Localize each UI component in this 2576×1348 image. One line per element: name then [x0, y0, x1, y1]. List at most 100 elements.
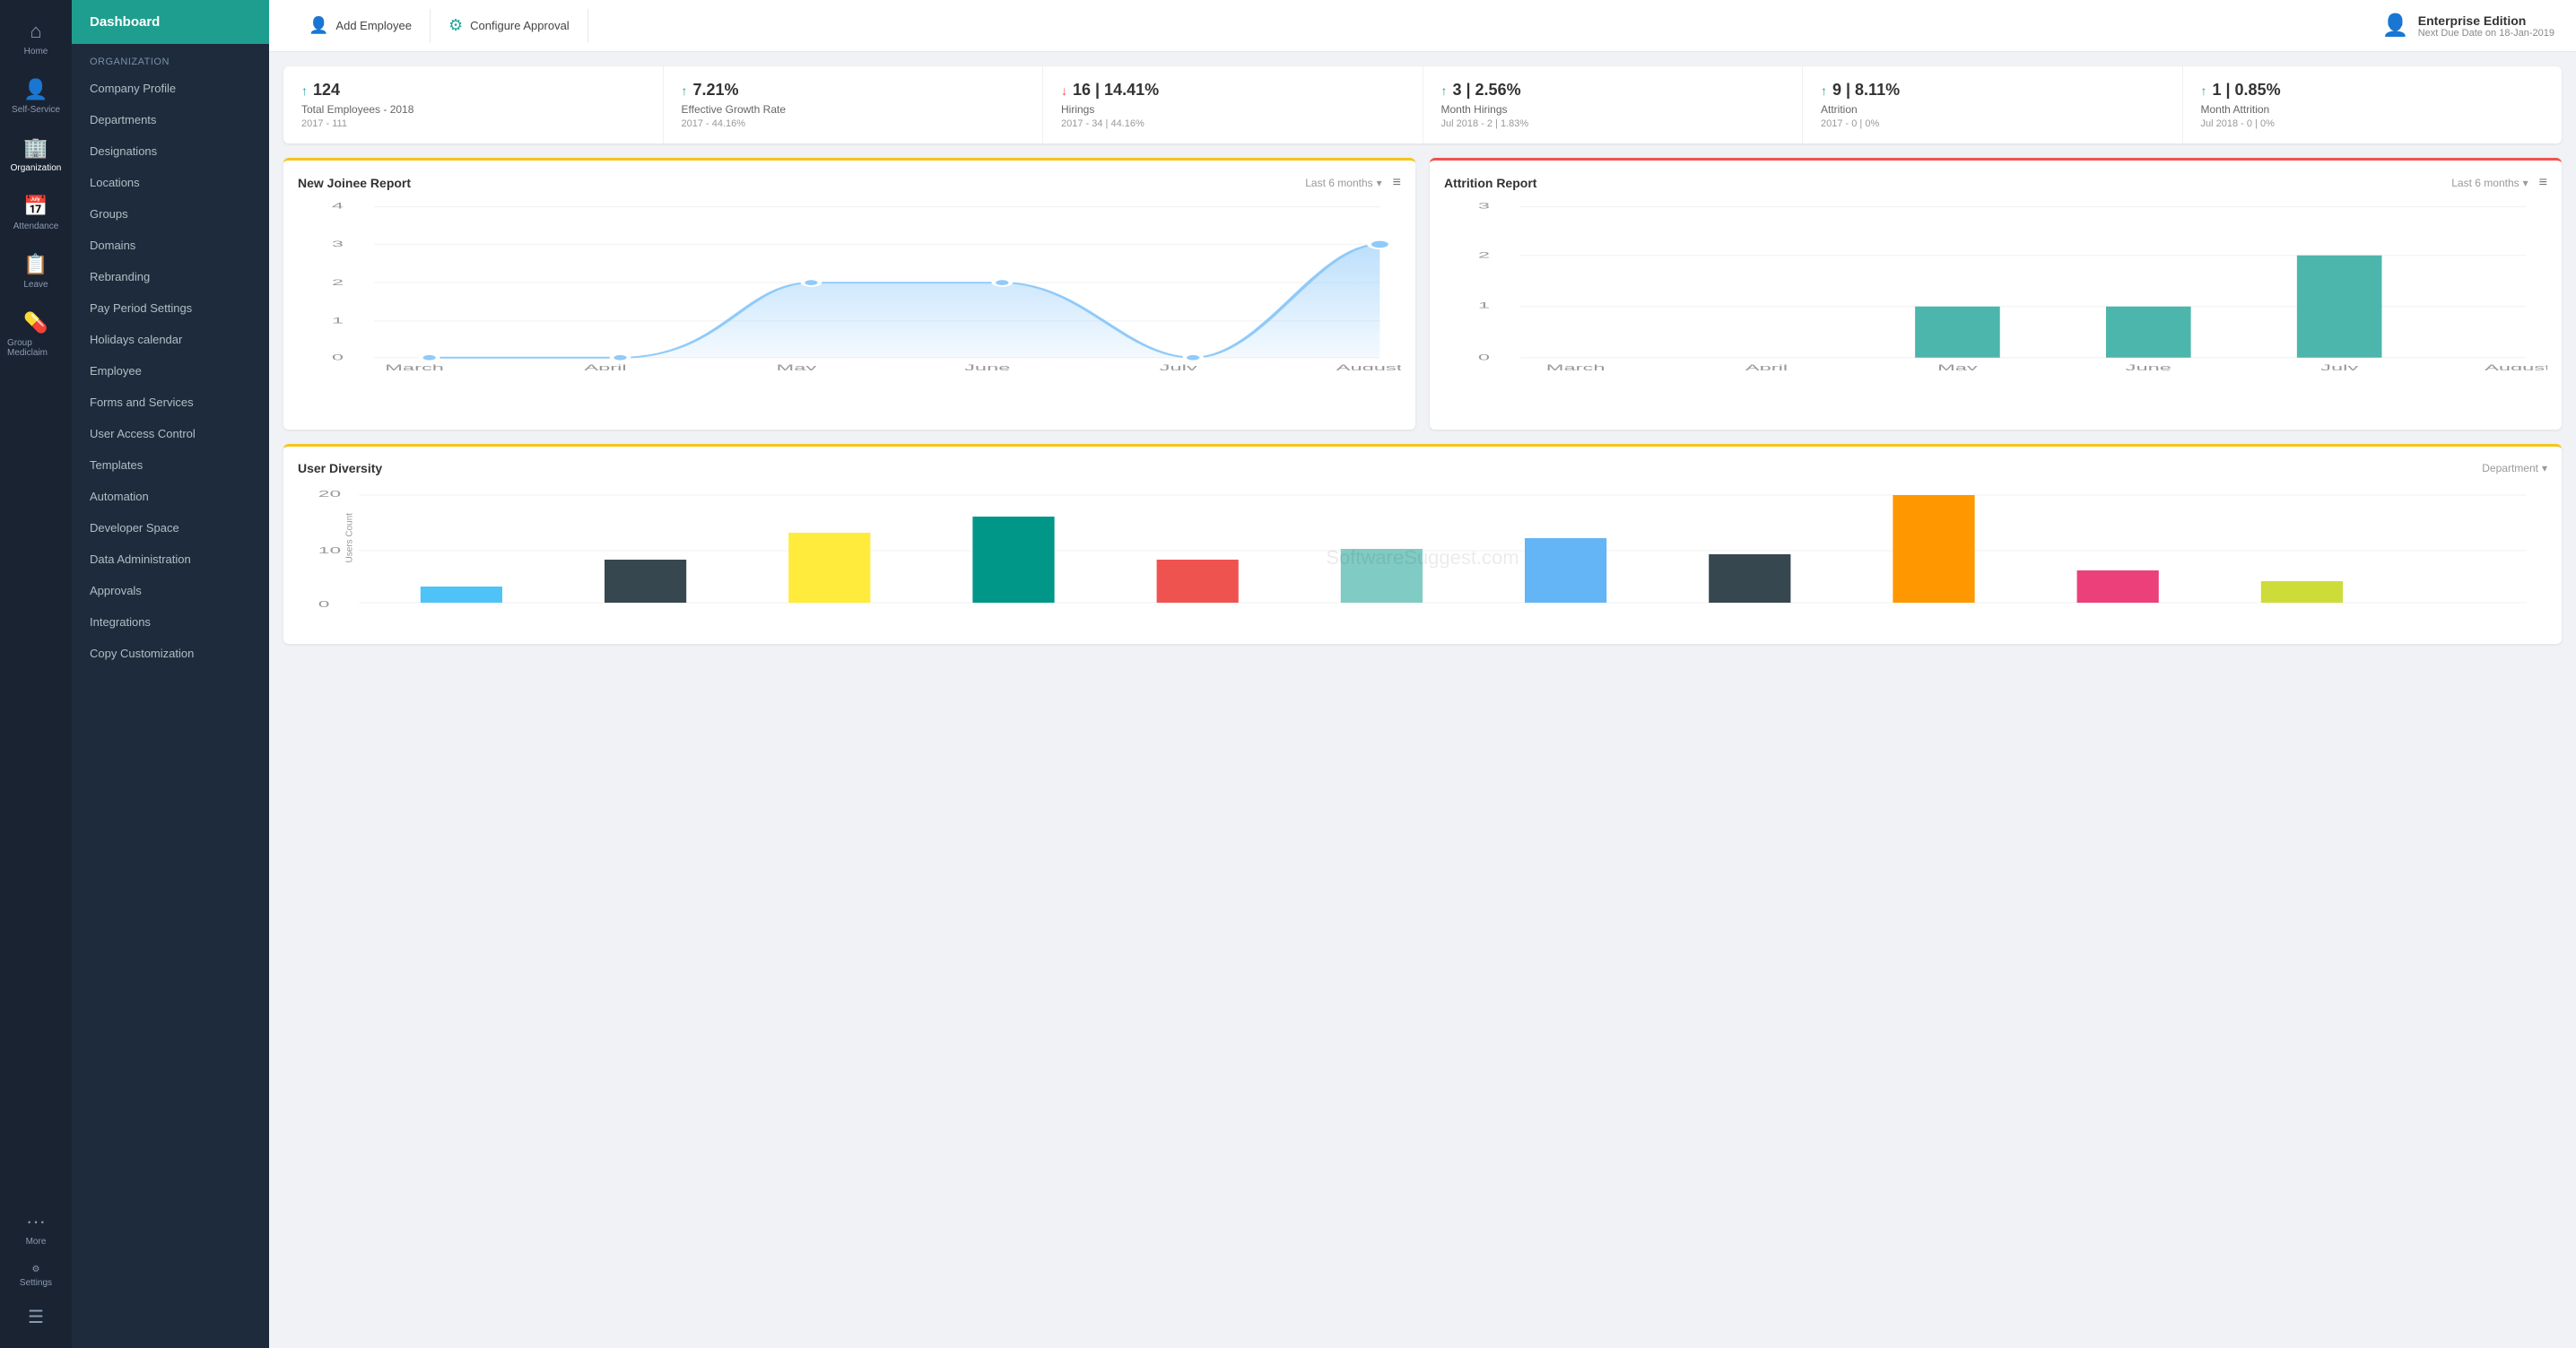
stat-prev-growth-rate: 2017 - 44.16% [682, 118, 1025, 129]
svg-text:March: March [1546, 363, 1606, 370]
svg-text:4: 4 [332, 201, 344, 211]
stat-prev-total-employees: 2017 - 111 [301, 118, 645, 129]
sidebar-item-company-profile[interactable]: Company Profile [72, 73, 269, 104]
sidebar-item-data-administration[interactable]: Data Administration [72, 544, 269, 575]
sidebar-item-developer-space[interactable]: Developer Space [72, 512, 269, 544]
svg-text:20: 20 [318, 489, 342, 499]
rail-item-leave[interactable]: 📋 Leave [0, 244, 72, 299]
configure-approval-label: Configure Approval [470, 19, 570, 32]
charts-row: New Joinee Report Last 6 months ▾ ≡ 4 3 [283, 158, 2562, 430]
sidebar-item-groups[interactable]: Groups [72, 198, 269, 230]
sidebar-item-automation[interactable]: Automation [72, 481, 269, 512]
y-axis-label: Users Count [344, 513, 354, 563]
sidebar-item-pay-period-settings[interactable]: Pay Period Settings [72, 292, 269, 324]
svg-text:April: April [584, 363, 626, 370]
sidebar-section-organization: Organization [72, 44, 269, 73]
sidebar-item-integrations[interactable]: Integrations [72, 606, 269, 638]
svg-text:July: July [2320, 363, 2358, 370]
stat-card-hirings: ↓ 16 | 14.41% Hirings 2017 - 34 | 44.16% [1043, 66, 1423, 143]
configure-approval-button[interactable]: ⚙ Configure Approval [431, 9, 588, 42]
main-content: 👤 Add Employee ⚙ Configure Approval 👤 En… [269, 0, 2576, 1348]
arrow-up-icon: ↑ [1821, 83, 1827, 98]
new-joinee-period-selector[interactable]: Last 6 months ▾ [1305, 177, 1381, 189]
rail-item-attendance[interactable]: 📅 Attendance [0, 186, 72, 240]
stat-label-attrition: Attrition [1821, 103, 2164, 116]
sidebar-item-forms-and-services[interactable]: Forms and Services [72, 387, 269, 418]
attrition-chart-card: Attrition Report Last 6 months ▾ ≡ 3 2 [1430, 158, 2562, 430]
rail-label-settings: Settings [20, 1278, 52, 1288]
svg-text:3: 3 [332, 239, 344, 249]
stat-label-month-attrition: Month Attrition [2201, 103, 2545, 116]
arrow-down-icon: ↓ [1061, 83, 1067, 98]
sidebar-item-employee[interactable]: Employee [72, 355, 269, 387]
enterprise-due-date: Next Due Date on 18-Jan-2019 [2418, 28, 2554, 39]
svg-text:1: 1 [332, 316, 344, 326]
sidebar-item-holidays-calendar[interactable]: Holidays calendar [72, 324, 269, 355]
sidebar-item-domains[interactable]: Domains [72, 230, 269, 261]
add-employee-icon: 👤 [309, 16, 328, 35]
stat-card-growth-rate: ↑ 7.21% Effective Growth Rate 2017 - 44.… [664, 66, 1044, 143]
svg-text:August: August [1336, 363, 1401, 370]
sidebar-item-templates[interactable]: Templates [72, 449, 269, 481]
rail-label-self-service: Self-Service [12, 105, 60, 115]
diversity-chart-title: User Diversity [298, 461, 382, 475]
configure-approval-icon: ⚙ [448, 16, 463, 35]
rail-item-group-mediclaim[interactable]: 💊 Group Mediclaim [0, 302, 72, 367]
chevron-down-icon: ▾ [2542, 462, 2547, 474]
svg-text:1: 1 [1478, 300, 1490, 310]
sidebar-item-departments[interactable]: Departments [72, 104, 269, 135]
rail-hamburger-icon[interactable]: ☰ [19, 1297, 53, 1337]
new-joinee-chart-body: 4 3 2 1 0 [298, 200, 1401, 415]
sidebar-item-designations[interactable]: Designations [72, 135, 269, 167]
new-joinee-chart-title: New Joinee Report [298, 176, 411, 190]
sidebar-item-locations[interactable]: Locations [72, 167, 269, 198]
sidebar-active-label: Dashboard [90, 14, 160, 30]
sidebar-item-copy-customization[interactable]: Copy Customization [72, 638, 269, 669]
organization-icon: 🏢 [23, 136, 48, 160]
rail-label-mediclaim: Group Mediclaim [7, 338, 65, 358]
rail-label-organization: Organization [11, 163, 62, 173]
rail-label-leave: Leave [23, 280, 48, 290]
diversity-chart-header: User Diversity Department ▾ [298, 461, 2547, 475]
stat-card-attrition: ↑ 9 | 8.11% Attrition 2017 - 0 | 0% [1803, 66, 2183, 143]
svg-text:May: May [1937, 363, 1978, 370]
rail-item-organization[interactable]: 🏢 Organization [0, 127, 72, 182]
arrow-up-icon: ↑ [1441, 83, 1448, 98]
sidebar-item-approvals[interactable]: Approvals [72, 575, 269, 606]
attrition-chart-header: Attrition Report Last 6 months ▾ ≡ [1444, 175, 2547, 191]
svg-text:0: 0 [318, 599, 330, 609]
icon-rail: ⌂ Home 👤 Self-Service 🏢 Organization 📅 A… [0, 0, 72, 1348]
stat-label-month-hirings: Month Hirings [1441, 103, 1785, 116]
new-joinee-chart-card: New Joinee Report Last 6 months ▾ ≡ 4 3 [283, 158, 1415, 430]
attrition-period-selector[interactable]: Last 6 months ▾ [2451, 177, 2528, 189]
rail-item-settings[interactable]: ⚙ Settings [13, 1256, 59, 1297]
new-joinee-chart-menu-icon[interactable]: ≡ [1393, 175, 1401, 191]
svg-text:April: April [1745, 363, 1788, 370]
attrition-chart-svg: 3 2 1 0 [1444, 200, 2547, 370]
svg-text:August: August [2485, 363, 2547, 370]
rail-item-self-service[interactable]: 👤 Self-Service [0, 69, 72, 124]
rail-item-more[interactable]: ··· More [0, 1201, 72, 1256]
arrow-up-icon: ↑ [301, 83, 308, 98]
rail-label-more: More [26, 1237, 47, 1247]
stat-prev-month-hirings: Jul 2018 - 2 | 1.83% [1441, 118, 1785, 129]
add-employee-label: Add Employee [335, 19, 412, 32]
sidebar: Dashboard Organization Company Profile D… [72, 0, 269, 1348]
enterprise-title: Enterprise Edition [2418, 13, 2554, 28]
rail-item-home[interactable]: ⌂ Home [0, 11, 72, 65]
sidebar-item-user-access-control[interactable]: User Access Control [72, 418, 269, 449]
attrition-chart-menu-icon[interactable]: ≡ [2539, 175, 2547, 191]
svg-text:June: June [964, 363, 1010, 370]
more-icon: ··· [26, 1210, 46, 1233]
svg-text:March: March [385, 363, 444, 370]
sidebar-dashboard-header[interactable]: Dashboard [72, 0, 269, 44]
sidebar-item-rebranding[interactable]: Rebranding [72, 261, 269, 292]
diversity-filter-selector[interactable]: Department ▾ [2482, 462, 2547, 474]
stat-card-month-attrition: ↑ 1 | 0.85% Month Attrition Jul 2018 - 0… [2183, 66, 2563, 143]
enterprise-icon: 👤 [2382, 13, 2409, 39]
stats-row: ↑ 124 Total Employees - 2018 2017 - 111 … [283, 66, 2562, 143]
add-employee-button[interactable]: 👤 Add Employee [291, 9, 431, 42]
stat-prev-attrition: 2017 - 0 | 0% [1821, 118, 2164, 129]
stat-label-hirings: Hirings [1061, 103, 1405, 116]
stat-value-hirings: ↓ 16 | 14.41% [1061, 81, 1405, 100]
